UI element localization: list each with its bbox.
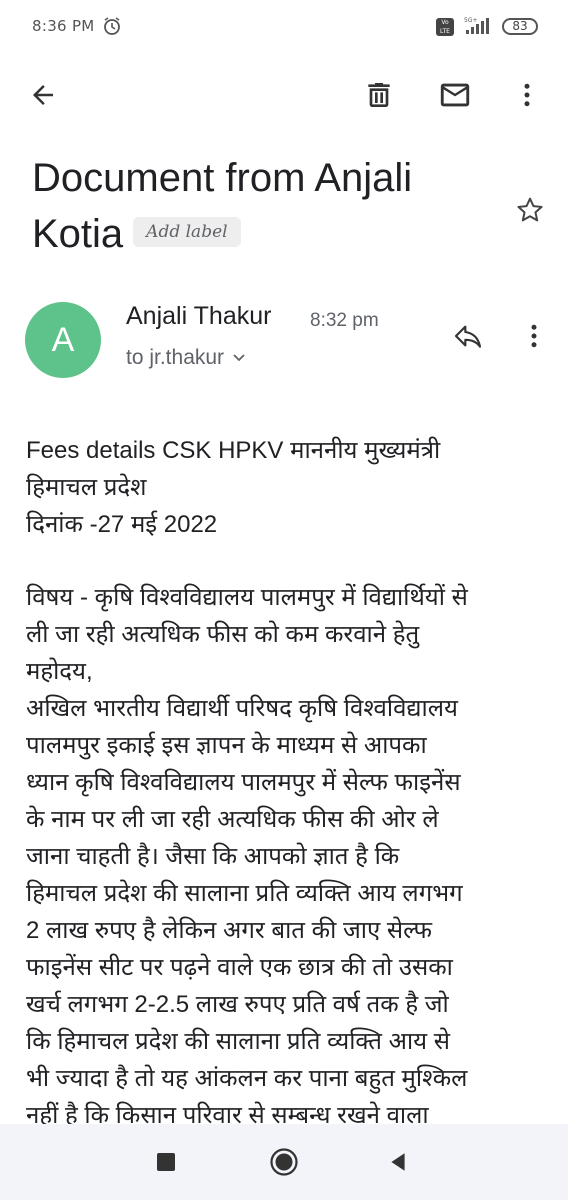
body-line: महोदय, xyxy=(26,658,93,685)
body-line: भी ज्यादा है तो यह आंकलन कर पाना बहुत मु… xyxy=(26,1065,468,1092)
home-button[interactable] xyxy=(264,1142,304,1182)
body-line: हिमाचल प्रदेश xyxy=(26,474,147,501)
body-line: हिमाचल प्रदेश की सालाना प्रति व्यक्ति आय… xyxy=(26,880,463,907)
body-line: दिनांक -27 मई 2022 xyxy=(26,511,218,538)
body-line: नहीं है कि किसान परिवार से सम्बन्ध रखने … xyxy=(26,1102,429,1124)
body-line: खर्च लगभग 2-2.5 लाख रुपए प्रति वर्ष तक ह… xyxy=(26,991,449,1018)
body-line: जाना चाहती है। जैसा कि आपको ज्ञात है कि xyxy=(26,843,400,870)
body-line: Fees details CSK HPKV माननीय मुख्यमंत्री xyxy=(26,437,441,464)
body-line: फाइनेंस सीट पर पढ़ने वाले एक छात्र की तो… xyxy=(26,954,453,981)
body-line: ली जा रही अत्यधिक फीस को कम करवाने हेतु xyxy=(26,621,420,648)
body-viewport: Fees details CSK HPKV माननीय मुख्यमंत्री… xyxy=(0,0,568,1124)
body-line: पालमपुर इकाई इस ज्ञापन के माध्यम से आपका xyxy=(26,732,427,759)
body-line: अखिल भारतीय विद्यार्थी परिषद कृषि विश्वव… xyxy=(26,695,458,722)
body-line: कि हिमाचल प्रदेश की सालाना प्रति व्यक्ति… xyxy=(26,1028,450,1055)
email-body[interactable]: Fees details CSK HPKV माननीय मुख्यमंत्री… xyxy=(26,432,546,1124)
home-circle-icon xyxy=(270,1148,298,1176)
body-line: ध्यान कृषि विश्वविद्यालय पालमपुर में सेल… xyxy=(26,769,461,796)
body-line: 2 लाख रुपए है लेकिन अगर बात की जाए सेल्फ xyxy=(26,917,432,944)
recents-button[interactable] xyxy=(148,1144,184,1180)
recents-square-icon xyxy=(157,1153,175,1171)
body-line: के नाम पर ली जा रही अत्यधिक फीस की ओर ले xyxy=(26,806,439,833)
body-line: विषय - कृषि विश्वविद्यालय पालमपुर में वि… xyxy=(26,584,468,611)
back-triangle-icon xyxy=(391,1153,405,1171)
system-back-button[interactable] xyxy=(380,1144,416,1180)
